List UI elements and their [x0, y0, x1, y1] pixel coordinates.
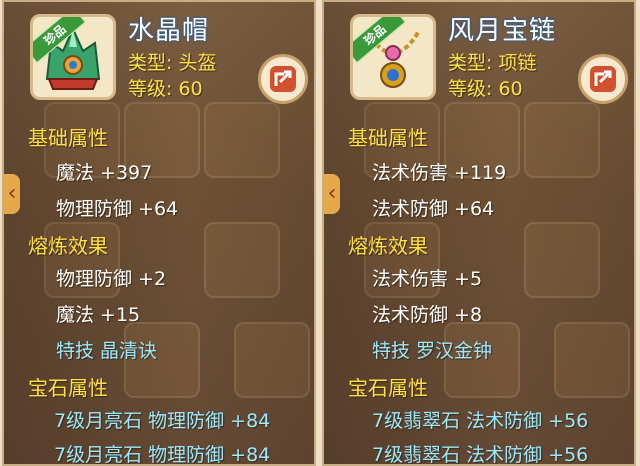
item-tooltip-right: 珍品 风月宝链 类型: 项链 等级: 60 ‹ 基础属性 法术伤害 +119 法… [322, 0, 636, 466]
gem-attribute: 7级月亮石 物理防御 +84 [54, 444, 271, 466]
basic-attribute: 法术伤害 +119 [372, 162, 507, 184]
share-icon [270, 66, 296, 92]
crystal-helmet-icon: 珍品 [30, 14, 116, 100]
item-name: 风月宝链 [448, 16, 557, 46]
item-type: 类型: 头盔 [128, 52, 217, 74]
special-skill: 特技 罗汉金钟 [372, 340, 493, 362]
special-skill: 特技 晶清诀 [56, 340, 158, 362]
item-tooltip-left: 珍品 水晶帽 类型: 头盔 等级: 60 ‹ 基础属性 魔法 +397 物理防御… [2, 0, 316, 466]
gem-attribute: 7级月亮石 物理防御 +84 [54, 410, 271, 432]
gem-attribute: 7级翡翠石 法术防御 +56 [372, 444, 589, 466]
refine-effect-title: 熔炼效果 [348, 234, 428, 258]
basic-attributes-title: 基础属性 [348, 126, 428, 150]
refine-attribute: 物理防御 +2 [56, 268, 167, 290]
share-icon [590, 66, 616, 92]
refine-attribute: 法术伤害 +5 [372, 268, 483, 290]
refine-attribute: 法术防御 +8 [372, 304, 483, 326]
gem-attribute: 7级翡翠石 法术防御 +56 [372, 410, 589, 432]
refine-attribute: 魔法 +15 [56, 304, 141, 326]
gem-attributes-title: 宝石属性 [28, 376, 108, 400]
basic-attributes-title: 基础属性 [28, 126, 108, 150]
item-level: 等级: 60 [128, 78, 203, 100]
basic-attribute: 法术防御 +64 [372, 198, 495, 220]
refine-effect-title: 熔炼效果 [28, 234, 108, 258]
back-arrow-icon[interactable]: ‹ [4, 174, 20, 214]
item-type: 类型: 项链 [448, 52, 537, 74]
basic-attribute: 魔法 +397 [56, 162, 153, 184]
item-name: 水晶帽 [128, 16, 210, 46]
item-header: 珍品 水晶帽 类型: 头盔 等级: 60 [4, 8, 314, 108]
gem-attributes-title: 宝石属性 [348, 376, 428, 400]
share-button[interactable] [578, 54, 628, 104]
share-button[interactable] [258, 54, 308, 104]
item-header: 珍品 风月宝链 类型: 项链 等级: 60 [324, 8, 634, 108]
necklace-icon: 珍品 [350, 14, 436, 100]
item-level: 等级: 60 [448, 78, 523, 100]
back-arrow-icon[interactable]: ‹ [324, 174, 340, 214]
basic-attribute: 物理防御 +64 [56, 198, 179, 220]
